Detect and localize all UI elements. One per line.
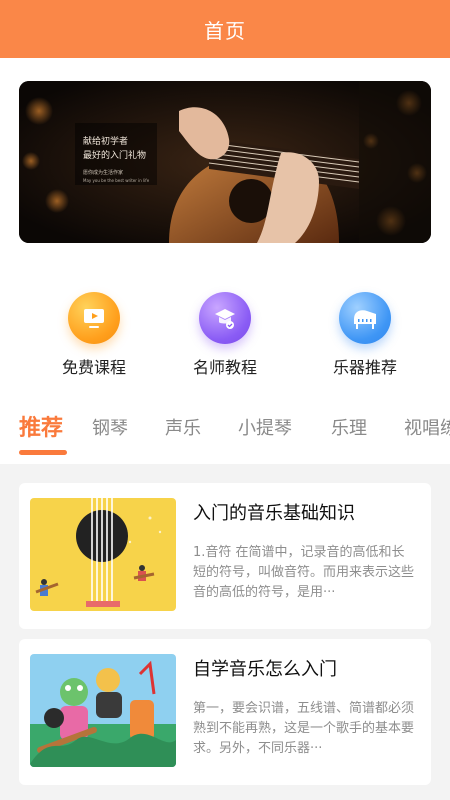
tab-piano[interactable]: 钢琴 — [92, 414, 128, 440]
tab-sight-singing[interactable]: 视唱练 — [404, 414, 450, 440]
article-excerpt: 第一，要会识谱，五线谱、简谱都必须熟到不能再熟，这是一个歌手的基本要求。另外，不… — [193, 701, 415, 756]
tab-music-theory[interactable]: 乐理 — [331, 414, 367, 440]
top-bar: 首页 — [0, 0, 450, 58]
active-tab-indicator — [19, 450, 67, 455]
category-label: 免费课程 — [61, 358, 126, 377]
promo-banner[interactable]: 献给初学者 最好的入门礼物 愿你成为生活作家 May you be the be… — [19, 81, 431, 243]
article-excerpt: 1.音符 在简谱中，记录音的高低和长短的符号，叫做音符。而用来表示这些音的高低的… — [193, 545, 415, 600]
banner-tagline: 愿你成为生活作家 — [83, 170, 124, 176]
category-label: 名师教程 — [192, 358, 257, 377]
tab-vocal[interactable]: 声乐 — [165, 414, 201, 440]
category-free-courses[interactable]: 免费课程 — [39, 290, 149, 380]
category-instrument-picks[interactable]: 乐器推荐 — [310, 290, 420, 380]
article-list: 入门的音乐基础知识 1.音符 在简谱中，记录音的高低和长短的符号，叫做音符。而用… — [0, 464, 450, 800]
article-card[interactable]: 自学音乐怎么入门 第一，要会识谱，五线谱、简谱都必须熟到不能再熟，这是一个歌手的… — [19, 639, 431, 785]
home-content: 献给初学者 最好的入门礼物 愿你成为生活作家 May you be the be… — [0, 58, 450, 800]
page-title: 首页 — [204, 18, 246, 43]
banner-caption: 献给初学者 最好的入门礼物 愿你成为生活作家 May you be the be… — [83, 135, 149, 184]
tab-violin[interactable]: 小提琴 — [238, 414, 292, 440]
banner-tagline-en: May you be the best writer in life — [83, 178, 150, 183]
guitar-banner-image — [19, 81, 431, 243]
category-master-tutorials[interactable]: 名师教程 — [170, 290, 280, 380]
article-thumbnail — [30, 654, 176, 767]
tab-recommended[interactable]: 推荐 — [19, 410, 63, 442]
video-course-icon — [68, 292, 120, 344]
category-row: 免费课程 名师教程 乐器推荐 — [0, 290, 450, 380]
banner-subheadline: 最好的入门礼物 — [83, 151, 147, 161]
article-title: 入门的音乐基础知识 — [193, 503, 355, 524]
category-tabs: 推荐 钢琴 声乐 小提琴 乐理 视唱练 — [0, 410, 450, 460]
teacher-badge-icon — [199, 292, 251, 344]
banner-headline: 献给初学者 — [83, 137, 129, 147]
article-card[interactable]: 入门的音乐基础知识 1.音符 在简谱中，记录音的高低和长短的符号，叫做音符。而用… — [19, 483, 431, 629]
article-thumbnail — [30, 498, 176, 611]
article-title: 自学音乐怎么入门 — [193, 659, 337, 680]
category-label: 乐器推荐 — [332, 358, 397, 377]
piano-icon — [339, 292, 391, 344]
